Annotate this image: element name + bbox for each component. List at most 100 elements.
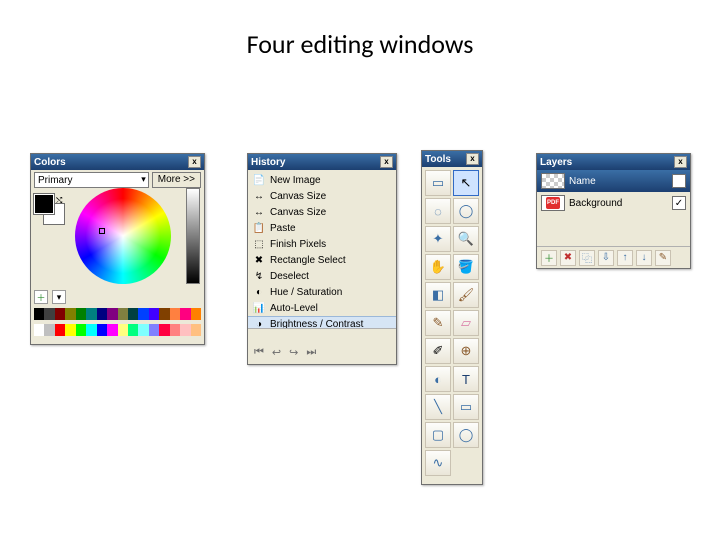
palette-swatch[interactable] [149, 324, 159, 336]
color-mode-dropdown[interactable]: Primary [34, 172, 149, 188]
rectangle-tool[interactable]: ▭ [453, 394, 479, 420]
rect-select-tool[interactable]: ▭ [425, 170, 451, 196]
palette-swatch[interactable] [86, 324, 96, 336]
ellipse-select-tool[interactable]: ◯ [453, 198, 479, 224]
palette-swatch[interactable] [128, 324, 138, 336]
gradient-tool[interactable]: ◧ [425, 282, 451, 308]
move-tool[interactable]: ↖ [453, 170, 479, 196]
palette-row-top[interactable] [34, 308, 201, 320]
layer-row[interactable]: Name✓ [537, 170, 690, 192]
palette-swatch[interactable] [128, 308, 138, 320]
zoom-tool[interactable]: 🔍 [453, 226, 479, 252]
palette-swatch[interactable] [191, 308, 201, 320]
history-first-icon[interactable]: ⏮ [254, 346, 264, 359]
palette-swatch[interactable] [180, 308, 190, 320]
magic-wand-tool[interactable]: ✦ [425, 226, 451, 252]
palette-swatch[interactable] [191, 324, 201, 336]
text-tool[interactable]: T [453, 366, 479, 392]
recolor-tool[interactable]: ◐ [425, 366, 451, 392]
palette-swatch[interactable] [107, 324, 117, 336]
palette-swatch[interactable] [159, 308, 169, 320]
pan-tool[interactable]: ✋ [425, 254, 451, 280]
palette-swatch[interactable] [118, 324, 128, 336]
close-icon[interactable]: x [188, 156, 201, 168]
palette-swatch[interactable] [55, 308, 65, 320]
palette-swatch[interactable] [44, 324, 54, 336]
palette-swatch[interactable] [44, 308, 54, 320]
line-tool[interactable]: ╲ [425, 394, 451, 420]
duplicate-layer-button[interactable]: ⿻ [579, 250, 595, 266]
history-item[interactable]: 📋Paste [248, 220, 396, 236]
move-up-button[interactable]: ↑ [617, 250, 633, 266]
history-item-icon: 📋 [252, 222, 266, 234]
merge-down-button[interactable]: ⇩ [598, 250, 614, 266]
layer-properties-button[interactable]: ✎ [655, 250, 671, 266]
close-icon[interactable]: x [466, 153, 479, 165]
history-item[interactable]: ↔Canvas Size [248, 188, 396, 204]
palette-swatch[interactable] [170, 324, 180, 336]
palette-swatch[interactable] [138, 324, 148, 336]
history-forward-icon[interactable]: ↪ [289, 346, 298, 359]
layer-visibility-checkbox[interactable]: ✓ [672, 196, 686, 210]
freeform-tool[interactable]: ∿ [425, 450, 451, 476]
palette-swatch[interactable] [97, 308, 107, 320]
history-item[interactable]: 📄New Image [248, 172, 396, 188]
bucket-tool[interactable]: 🪣 [453, 254, 479, 280]
pencil-tool[interactable]: ✎ [425, 310, 451, 336]
close-icon[interactable]: x [674, 156, 687, 168]
palette-swatch[interactable] [149, 308, 159, 320]
palette-swatch[interactable] [170, 308, 180, 320]
swap-colors-icon[interactable]: ⤭ [56, 196, 62, 206]
history-titlebar[interactable]: History x [248, 154, 396, 170]
layer-row[interactable]: PDFBackground✓ [537, 192, 690, 214]
delete-layer-button[interactable]: ✖ [560, 250, 576, 266]
add-palette-color-icon[interactable]: ＋ [34, 290, 48, 304]
palette-menu-icon[interactable]: ▾ [52, 290, 66, 304]
palette-swatch[interactable] [34, 324, 44, 336]
lasso-tool[interactable]: ◌ [425, 198, 451, 224]
palette-swatch[interactable] [65, 308, 75, 320]
close-icon[interactable]: x [380, 156, 393, 168]
palette-swatch[interactable] [86, 308, 96, 320]
palette-swatch[interactable] [138, 308, 148, 320]
brush-tool[interactable]: 🖌 [453, 282, 479, 308]
history-last-icon[interactable]: ⏭ [306, 346, 316, 359]
palette-swatch[interactable] [159, 324, 169, 336]
palette-swatch[interactable] [76, 308, 86, 320]
history-item[interactable]: ✖Rectangle Select [248, 252, 396, 268]
move-down-button[interactable]: ↓ [636, 250, 652, 266]
tools-titlebar[interactable]: Tools x [422, 151, 482, 167]
layers-titlebar[interactable]: Layers x [537, 154, 690, 170]
history-item[interactable]: ↯Deselect [248, 268, 396, 284]
color-wheel[interactable] [75, 188, 171, 284]
layer-visibility-checkbox[interactable]: ✓ [672, 174, 686, 188]
primary-color-swatch[interactable] [34, 194, 54, 214]
history-back-icon[interactable]: ↩ [272, 346, 281, 359]
more-button[interactable]: More >> [152, 172, 201, 188]
add-layer-button[interactable]: ＋ [541, 250, 557, 266]
palette-swatch[interactable] [180, 324, 190, 336]
palette-swatch[interactable] [34, 308, 44, 320]
history-item[interactable]: 📊Auto-Level [248, 300, 396, 316]
clone-stamp-tool[interactable]: ⊕ [453, 338, 479, 364]
palette-swatch[interactable] [55, 324, 65, 336]
palette-swatch[interactable] [118, 308, 128, 320]
palette-swatch[interactable] [97, 324, 107, 336]
ellipse-tool[interactable]: ◯ [453, 422, 479, 448]
eyedropper-tool[interactable]: ✐ [425, 338, 451, 364]
colors-panel: Colors x Primary More >> ⤭ ＋ ▾ [30, 153, 205, 345]
color-wheel-picker[interactable] [99, 228, 105, 234]
eraser-tool[interactable]: ▱ [453, 310, 479, 336]
history-item[interactable]: ◐Hue / Saturation [248, 284, 396, 300]
rounded-rect-tool[interactable]: ▢ [425, 422, 451, 448]
palette-row-bottom[interactable] [34, 324, 201, 336]
colors-titlebar[interactable]: Colors x [31, 154, 204, 170]
primary-secondary-swatches[interactable]: ⤭ [34, 194, 64, 224]
history-item-icon: ↔ [252, 206, 266, 218]
palette-swatch[interactable] [107, 308, 117, 320]
history-item[interactable]: ⬚Finish Pixels [248, 236, 396, 252]
history-item[interactable]: ↔Canvas Size [248, 204, 396, 220]
palette-swatch[interactable] [76, 324, 86, 336]
value-slider[interactable] [186, 188, 200, 284]
palette-swatch[interactable] [65, 324, 75, 336]
